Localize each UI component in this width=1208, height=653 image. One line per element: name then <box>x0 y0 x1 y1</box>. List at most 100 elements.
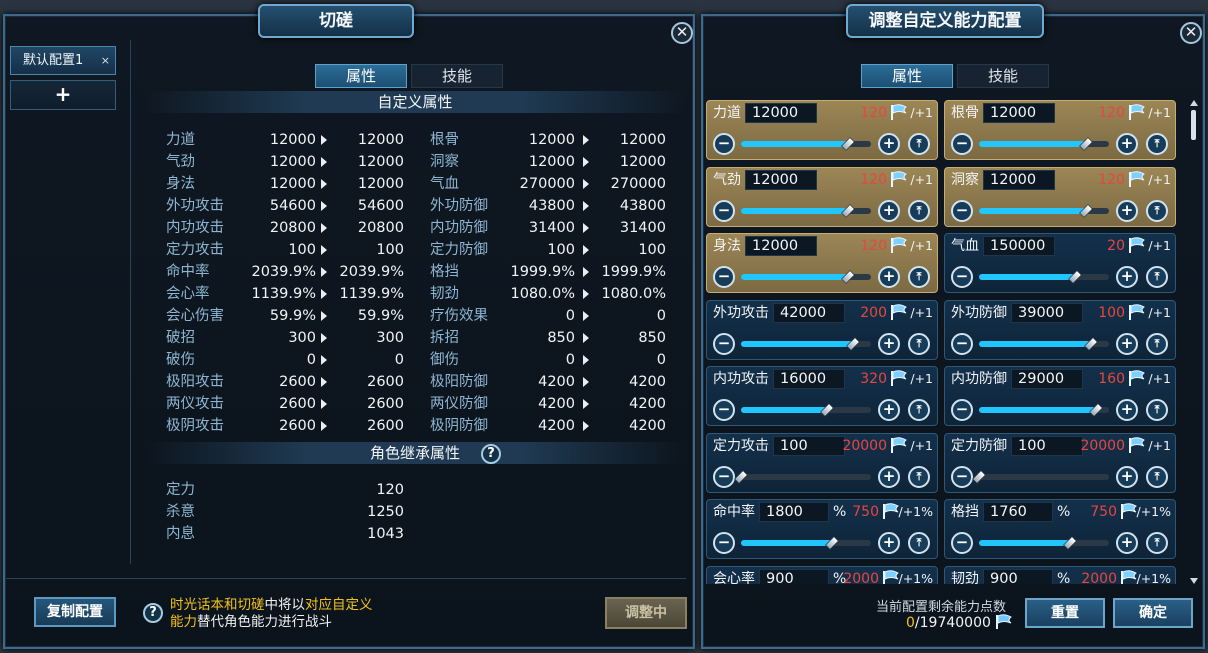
increase-button[interactable]: + <box>1116 332 1138 355</box>
ability-value-field[interactable]: 12000 <box>745 103 817 123</box>
max-button[interactable]: ⤒ <box>1146 266 1168 288</box>
max-button[interactable]: ⤒ <box>908 399 930 421</box>
tab-ability-skills[interactable]: 技能 <box>957 64 1049 88</box>
increase-button[interactable]: + <box>878 266 900 288</box>
reset-button[interactable]: 重置 <box>1025 598 1105 628</box>
slider-knob[interactable] <box>1068 270 1083 284</box>
ability-slider[interactable] <box>741 336 871 351</box>
ability-slider[interactable] <box>979 536 1109 550</box>
ability-slider[interactable] <box>734 469 871 484</box>
max-button[interactable]: ⤒ <box>1146 199 1168 222</box>
increase-button[interactable]: + <box>878 399 900 421</box>
ability-slider[interactable] <box>741 203 871 218</box>
tab-ability-attributes[interactable]: 属性 <box>861 64 953 88</box>
slider-knob[interactable] <box>1083 336 1098 351</box>
ability-slider[interactable] <box>741 270 871 284</box>
increase-button[interactable]: + <box>1116 133 1138 155</box>
ability-value-field[interactable]: 900 <box>983 568 1053 584</box>
ability-value-field[interactable]: 29000 <box>1011 369 1083 389</box>
increase-button[interactable]: + <box>1116 199 1138 222</box>
ability-value-field[interactable]: 100 <box>773 435 845 456</box>
ability-value-field[interactable]: 900 <box>759 568 829 584</box>
ability-slider[interactable] <box>741 536 871 550</box>
increase-button[interactable]: + <box>878 133 900 155</box>
ability-slider[interactable] <box>979 403 1109 417</box>
ability-value-field[interactable]: 150000 <box>983 236 1055 256</box>
scroll-thumb[interactable] <box>1191 110 1196 140</box>
ability-slider[interactable] <box>741 403 871 417</box>
ability-slider[interactable] <box>979 203 1109 218</box>
decrease-button[interactable]: − <box>951 199 973 222</box>
increase-button[interactable]: + <box>1116 399 1138 421</box>
ability-slider[interactable] <box>972 469 1109 484</box>
decrease-button[interactable]: − <box>713 266 735 288</box>
decrease-button[interactable]: − <box>951 399 973 421</box>
increase-button[interactable]: + <box>878 532 900 554</box>
max-button[interactable]: ⤒ <box>908 266 930 288</box>
increase-button[interactable]: + <box>1116 465 1138 488</box>
max-button[interactable]: ⤒ <box>908 465 930 488</box>
decrease-button[interactable]: − <box>713 532 735 554</box>
tip-help-icon[interactable]: ? <box>143 603 163 623</box>
slider-knob[interactable] <box>845 336 860 351</box>
copy-config-button[interactable]: 复制配置 <box>34 597 116 627</box>
slider-knob[interactable] <box>819 403 834 417</box>
max-button[interactable]: ⤒ <box>1146 133 1168 155</box>
slider-knob[interactable] <box>1078 203 1093 218</box>
decrease-button[interactable]: − <box>713 332 735 355</box>
decrease-button[interactable]: − <box>951 332 973 355</box>
add-config-button[interactable]: + <box>10 80 116 110</box>
ability-value-field[interactable]: 12000 <box>745 236 817 256</box>
ability-value-field[interactable]: 42000 <box>773 302 845 323</box>
decrease-button[interactable]: − <box>713 199 735 222</box>
max-button[interactable]: ⤒ <box>908 133 930 155</box>
ability-value-field[interactable]: 12000 <box>983 103 1055 123</box>
increase-button[interactable]: + <box>1116 532 1138 554</box>
max-button[interactable]: ⤒ <box>1146 399 1168 421</box>
ability-value-field[interactable]: 100 <box>1011 435 1083 456</box>
confirm-button[interactable]: 确定 <box>1113 598 1193 628</box>
ability-value-field[interactable]: 12000 <box>745 169 817 190</box>
max-button[interactable]: ⤒ <box>908 332 930 355</box>
decrease-button[interactable]: − <box>713 465 735 488</box>
ability-value-field[interactable]: 1800 <box>759 502 829 522</box>
decrease-button[interactable]: − <box>713 133 735 155</box>
max-button[interactable]: ⤒ <box>1146 332 1168 355</box>
tab-skills[interactable]: 技能 <box>411 64 503 88</box>
inherited-help-icon[interactable]: ? <box>481 444 501 464</box>
ability-slider[interactable] <box>741 137 871 151</box>
ability-slider[interactable] <box>979 270 1109 284</box>
ability-value-field[interactable]: 16000 <box>773 369 845 389</box>
tab-attributes[interactable]: 属性 <box>315 64 407 88</box>
increase-button[interactable]: + <box>878 332 900 355</box>
increase-button[interactable]: + <box>1116 266 1138 288</box>
decrease-button[interactable]: − <box>951 133 973 155</box>
slider-knob[interactable] <box>840 137 855 151</box>
increase-button[interactable]: + <box>878 465 900 488</box>
decrease-button[interactable]: − <box>951 465 973 488</box>
slider-knob[interactable] <box>1089 403 1103 417</box>
max-button[interactable]: ⤒ <box>908 532 930 554</box>
slider-knob[interactable] <box>972 469 986 484</box>
scroll-down-icon[interactable] <box>1190 578 1198 584</box>
ability-scrollbar[interactable] <box>1190 100 1198 584</box>
ability-value-field[interactable]: 12000 <box>983 169 1055 190</box>
increase-button[interactable]: + <box>878 199 900 222</box>
scroll-up-icon[interactable] <box>1190 100 1198 106</box>
ability-slider[interactable] <box>979 137 1109 151</box>
max-button[interactable]: ⤒ <box>1146 532 1168 554</box>
config-tab-default[interactable]: 默认配置1 × <box>10 46 116 75</box>
decrease-button[interactable]: − <box>713 399 735 421</box>
slider-knob[interactable] <box>840 203 855 218</box>
max-button[interactable]: ⤒ <box>908 199 930 222</box>
slider-knob[interactable] <box>1078 137 1093 151</box>
ability-value-field[interactable]: 1760 <box>983 502 1053 522</box>
slider-knob[interactable] <box>1063 536 1077 550</box>
decrease-button[interactable]: − <box>951 532 973 554</box>
slider-knob[interactable] <box>840 270 855 284</box>
config-tab-close-icon[interactable]: × <box>101 47 110 74</box>
ability-value-field[interactable]: 39000 <box>1011 302 1083 323</box>
decrease-button[interactable]: − <box>951 266 973 288</box>
spar-close-button[interactable]: ✕ <box>671 22 693 44</box>
ability-slider[interactable] <box>979 336 1109 351</box>
